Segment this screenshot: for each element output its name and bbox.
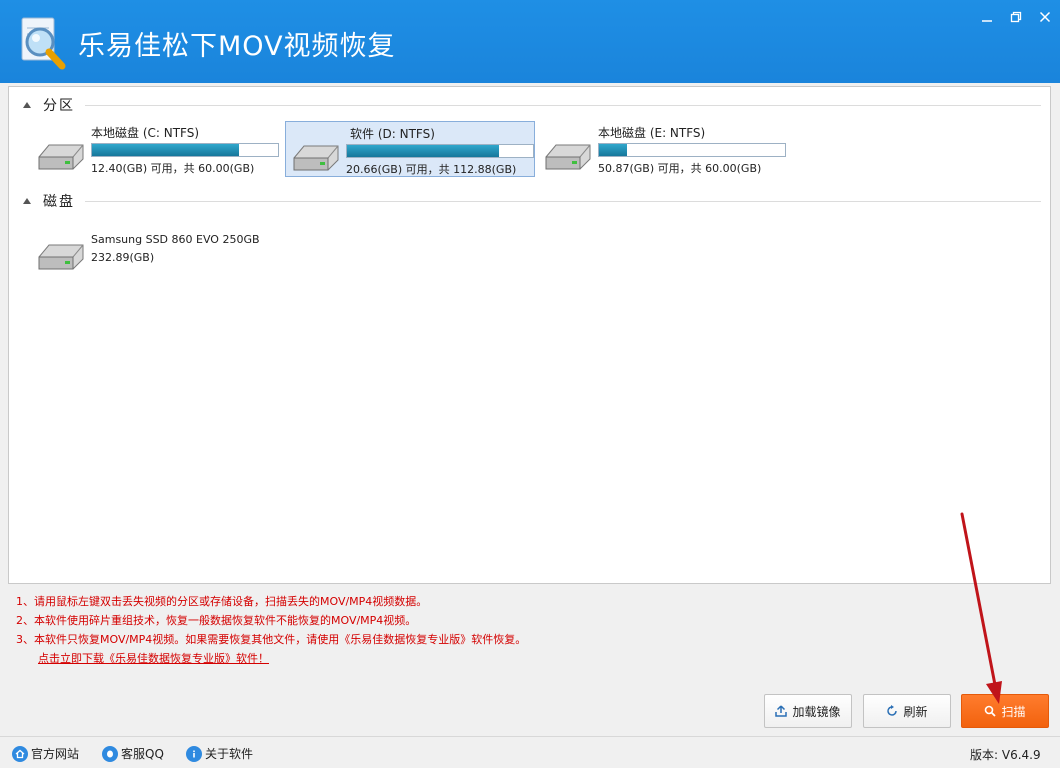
instruction-line: 2、本软件使用碎片重组技术，恢复一般数据恢复软件不能恢复的MOV/MP4视频。 (16, 614, 417, 627)
instruction-line: 1、请用鼠标左键双击丢失视频的分区或存储设备，扫描丢失的MOV/MP4视频数据。 (16, 595, 428, 608)
partition-item-d[interactable]: 软件 (D: NTFS) 20.66(GB) 可用，共 112.88(GB) (285, 121, 535, 177)
app-logo-icon (21, 17, 66, 70)
about-label: 关于软件 (205, 747, 254, 761)
partition-name: 本地磁盘 (E: NTFS) (598, 126, 706, 140)
close-icon (1039, 11, 1051, 23)
usage-bar-fill (92, 144, 240, 156)
partitions-section-header[interactable]: 分区 (21, 95, 1041, 115)
collapse-icon (23, 198, 31, 204)
scan-button[interactable]: 扫描 (961, 694, 1049, 728)
website-label: 官方网站 (31, 747, 80, 761)
hard-drive-icon (293, 145, 339, 171)
usage-bar-fill (599, 144, 628, 156)
close-button[interactable] (1032, 6, 1058, 28)
usage-bar-fill (347, 145, 499, 157)
minimize-icon (982, 20, 992, 22)
refresh-button[interactable]: 刷新 (863, 694, 951, 728)
partition-item-e[interactable]: 本地磁盘 (E: NTFS) 50.87(GB) 可用，共 60.00(GB) (538, 121, 788, 177)
title-bar: 乐易佳松下MOV视频恢复 (0, 0, 1060, 83)
home-icon (12, 745, 28, 762)
support-qq-link[interactable]: 客服QQ (102, 745, 164, 762)
hard-drive-icon (545, 144, 591, 170)
scan-label: 扫描 (1001, 704, 1026, 719)
about-link[interactable]: 关于软件 (186, 745, 253, 762)
collapse-icon (23, 102, 31, 108)
support-qq-label: 客服QQ (121, 747, 164, 761)
qq-icon (102, 745, 118, 762)
hard-drive-icon (38, 144, 84, 170)
usage-bar (91, 143, 279, 157)
partition-capacity: 20.66(GB) 可用，共 112.88(GB) (346, 163, 517, 176)
usage-bar (346, 144, 534, 158)
divider (85, 200, 1041, 202)
disk-name: Samsung SSD 860 EVO 250GB (91, 233, 260, 246)
partition-name: 本地磁盘 (C: NTFS) (91, 126, 200, 140)
disks-section-header[interactable]: 磁盘 (21, 191, 1041, 211)
refresh-icon (887, 705, 898, 716)
load-image-button[interactable]: 加载镜像 (764, 694, 852, 728)
disks-header-label: 磁盘 (43, 194, 75, 210)
app-title: 乐易佳松下MOV视频恢复 (78, 31, 396, 62)
usage-bar (598, 143, 786, 157)
download-pro-link[interactable]: 点击立即下载《乐易佳数据恢复专业版》软件！ (38, 652, 269, 665)
partition-capacity: 50.87(GB) 可用，共 60.00(GB) (598, 162, 762, 175)
partition-capacity: 12.40(GB) 可用，共 60.00(GB) (91, 162, 255, 175)
hard-drive-icon (38, 244, 84, 270)
load-image-label: 加载镜像 (792, 704, 841, 719)
search-icon (985, 705, 997, 717)
minimize-button[interactable] (974, 6, 1000, 28)
website-link[interactable]: 官方网站 (12, 745, 79, 762)
maximize-button[interactable] (1003, 6, 1029, 28)
divider (85, 104, 1041, 106)
partition-item-c[interactable]: 本地磁盘 (C: NTFS) 12.40(GB) 可用，共 60.00(GB) (31, 121, 281, 177)
restore-icon (1010, 11, 1022, 23)
partition-name: 软件 (D: NTFS) (350, 127, 435, 141)
info-icon (186, 745, 202, 762)
partitions-header-label: 分区 (43, 98, 75, 114)
instructions: 1、请用鼠标左键双击丢失视频的分区或存储设备，扫描丢失的MOV/MP4视频数据。… (16, 592, 526, 668)
instruction-line: 3、本软件只恢复MOV/MP4视频。如果需要恢复其他文件，请使用《乐易佳数据恢复… (16, 633, 527, 646)
status-bar: 官方网站 客服QQ 关于软件 版本: V6.4.9 (0, 736, 1060, 768)
disk-size: 232.89(GB) (91, 251, 155, 264)
upload-icon (775, 705, 788, 717)
refresh-label: 刷新 (903, 704, 928, 719)
device-panel: 分区 本地磁盘 (C: NTFS) 12.40(GB) 可用，共 60.00(G… (8, 86, 1051, 584)
version-label: 版本: V6.4.9 (970, 748, 1041, 762)
disk-item-samsung[interactable]: Samsung SSD 860 EVO 250GB 232.89(GB) (31, 227, 281, 283)
